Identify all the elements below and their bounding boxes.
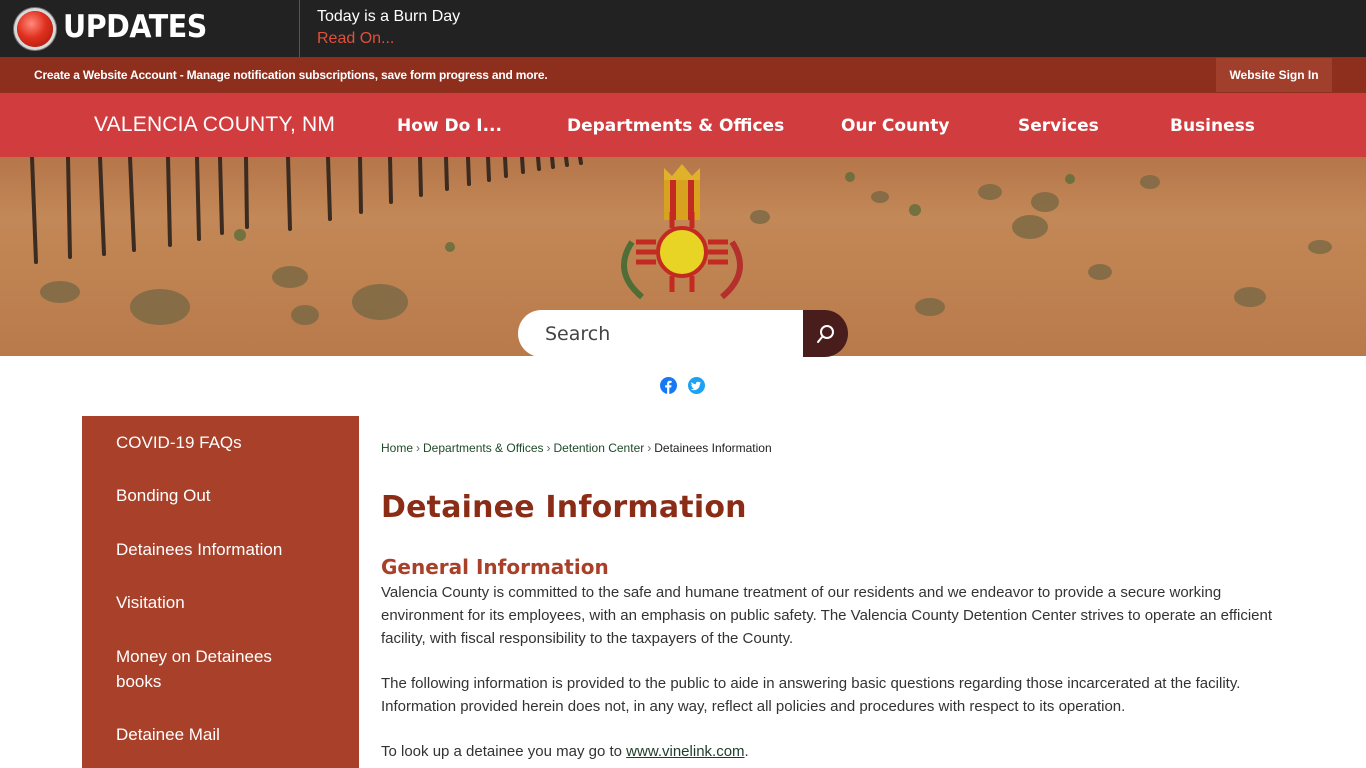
breadcrumb: Home › Departments & Offices › Detention Cen… — [381, 441, 772, 455]
account-bar: Create a Website Account - Manage notifi… — [0, 57, 1366, 93]
sidebar-item-covid-faqs[interactable]: COVID-19 FAQs — [116, 430, 336, 455]
lookup-text: To look up a detainee you may go to — [381, 743, 627, 760]
breadcrumb-current: Detainees Information — [654, 441, 772, 455]
paragraph-info: The following information is provided to… — [381, 675, 1241, 715]
alert-title: UPDATES — [63, 9, 207, 45]
twitter-icon[interactable] — [688, 377, 705, 394]
alert-header[interactable]: UPDATES — [0, 0, 300, 57]
main-nav: VALENCIA COUNTY, NM How Do I... Departme… — [0, 93, 1366, 157]
breadcrumb-separator: › — [647, 441, 652, 455]
paragraph-intro: Valencia County is committed to the safe… — [381, 584, 1273, 647]
facebook-icon[interactable] — [660, 377, 677, 394]
sidebar-nav: COVID-19 FAQs Bonding Out Detainees Info… — [82, 416, 359, 768]
lookup-suffix: . — [744, 743, 749, 760]
alert-icon — [17, 11, 53, 47]
search-icon — [816, 324, 834, 343]
search-box — [518, 310, 848, 357]
facebook-icon-glyph — [665, 380, 672, 394]
alert-read-on-link[interactable]: Read On... — [317, 30, 394, 48]
sidebar-item-bonding-out[interactable]: Bonding Out — [116, 483, 336, 508]
breadcrumb-separator: › — [416, 441, 421, 455]
breadcrumb-home[interactable]: Home — [381, 441, 413, 455]
sidebar-item-detainees-information[interactable]: Detainees Information — [116, 537, 336, 562]
sidebar-item-money-on-books[interactable]: Money on Detainees books — [116, 644, 306, 694]
page-title: Detainee Information — [381, 490, 747, 525]
nav-business[interactable]: Business — [1170, 116, 1255, 136]
create-account-link[interactable]: Create a Website Account - Manage notifi… — [34, 68, 548, 82]
alert-message[interactable]: Today is a Burn Day — [317, 8, 460, 26]
breadcrumb-departments[interactable]: Departments & Offices — [423, 441, 544, 455]
breadcrumb-detention-center[interactable]: Detention Center — [554, 441, 645, 455]
nav-departments-offices[interactable]: Departments & Offices — [567, 116, 784, 136]
nav-services[interactable]: Services — [1018, 116, 1099, 136]
website-sign-in-button[interactable]: Website Sign In — [1216, 58, 1332, 92]
nav-how-do-i[interactable]: How Do I... — [397, 116, 502, 136]
twitter-icon-glyph — [690, 381, 701, 391]
vinelink-link[interactable]: www.vinelink.com — [626, 743, 744, 760]
sidebar-item-visitation[interactable]: Visitation — [116, 590, 336, 615]
paragraph-lookup: To look up a detainee you may go to www.… — [381, 740, 1281, 763]
alert-bar: UPDATES Today is a Burn Day Read On... — [0, 0, 1366, 57]
sidebar-item-detainee-mail[interactable]: Detainee Mail — [116, 722, 336, 747]
county-seal — [621, 164, 743, 300]
search-input[interactable] — [518, 310, 808, 357]
breadcrumb-separator: › — [546, 441, 551, 455]
search-button[interactable] — [803, 310, 848, 357]
nav-our-county[interactable]: Our County — [841, 116, 949, 136]
site-name-link[interactable]: VALENCIA COUNTY, NM — [94, 113, 335, 137]
section-title: General Information — [381, 555, 609, 579]
